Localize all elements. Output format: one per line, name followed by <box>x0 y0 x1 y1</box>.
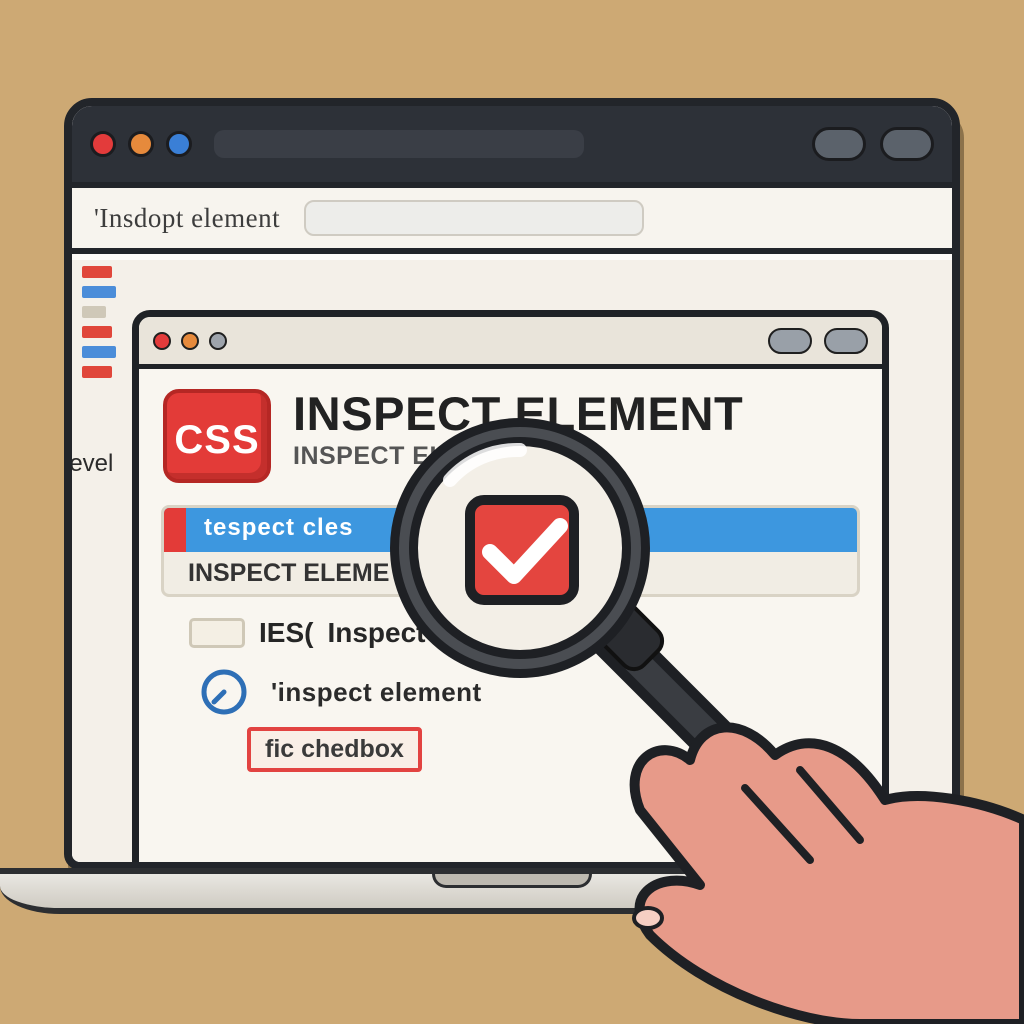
panel-subtitle: INSPECT ELEMEN <box>293 444 743 469</box>
browser-window: 'Insdopt element Devel CSS <box>64 98 960 870</box>
panel-header: CSS INSPECT ELEMENT INSPECT ELEMEN <box>139 369 882 491</box>
close-dot-icon[interactable] <box>90 131 116 157</box>
gutter-strip <box>82 266 122 378</box>
code-chip <box>82 266 112 278</box>
browser-tab[interactable] <box>214 130 584 158</box>
selection-top-label: tespect cles <box>204 514 353 542</box>
row2-main: Inspect <box>327 617 425 649</box>
element-list: tespect cles Inspect eleme IES( Inspect … <box>139 505 882 772</box>
laptop-base <box>0 868 1024 914</box>
list-item[interactable]: IES( Inspect <box>139 597 882 653</box>
list-item[interactable]: 'inspect element <box>139 653 882 717</box>
developer-label: Devel <box>64 450 113 478</box>
clock-icon <box>199 667 249 717</box>
inspect-panel-titlebar <box>139 317 882 369</box>
inspect-panel: CSS INSPECT ELEMENT INSPECT ELEMEN tespe… <box>132 310 889 870</box>
address-input[interactable] <box>304 200 644 236</box>
tag-chip <box>189 618 245 648</box>
address-label: 'Insdopt element <box>94 203 280 234</box>
header-text-group: INSPECT ELEMENT INSPECT ELEMEN <box>293 389 743 469</box>
close-dot-icon[interactable] <box>153 332 171 350</box>
window-control-dots <box>90 131 192 157</box>
checkbox-label[interactable]: fic chedbox <box>247 727 422 772</box>
neutral-dot-icon[interactable] <box>209 332 227 350</box>
titlebar-pill-button[interactable] <box>880 127 934 161</box>
panel-control-dots <box>153 332 227 350</box>
code-chip <box>82 366 112 378</box>
row2-prefix: IES( <box>259 617 313 649</box>
code-chip <box>82 326 112 338</box>
code-chip <box>82 286 116 298</box>
row3-label: 'inspect element <box>271 677 482 708</box>
titlebar-pill-button[interactable] <box>812 127 866 161</box>
maximize-dot-icon[interactable] <box>166 131 192 157</box>
panel-title: INSPECT ELEMENT <box>293 389 743 438</box>
selection-highlight: tespect cles <box>164 508 857 552</box>
minimize-dot-icon[interactable] <box>128 131 154 157</box>
browser-toolbar: 'Insdopt element <box>72 188 952 254</box>
panel-right-controls <box>768 328 868 354</box>
css-badge-icon: CSS <box>163 389 271 483</box>
code-chip <box>82 346 116 358</box>
selection-bottom-label: Inspect eleme <box>188 561 389 586</box>
browser-titlebar <box>72 106 952 188</box>
laptop-notch <box>432 874 592 888</box>
minimize-dot-icon[interactable] <box>181 332 199 350</box>
selected-row[interactable]: tespect cles Inspect eleme <box>161 505 860 597</box>
panel-pill-button[interactable] <box>768 328 812 354</box>
panel-pill-button[interactable] <box>824 328 868 354</box>
titlebar-right-controls <box>812 127 934 161</box>
code-chip <box>82 306 106 318</box>
